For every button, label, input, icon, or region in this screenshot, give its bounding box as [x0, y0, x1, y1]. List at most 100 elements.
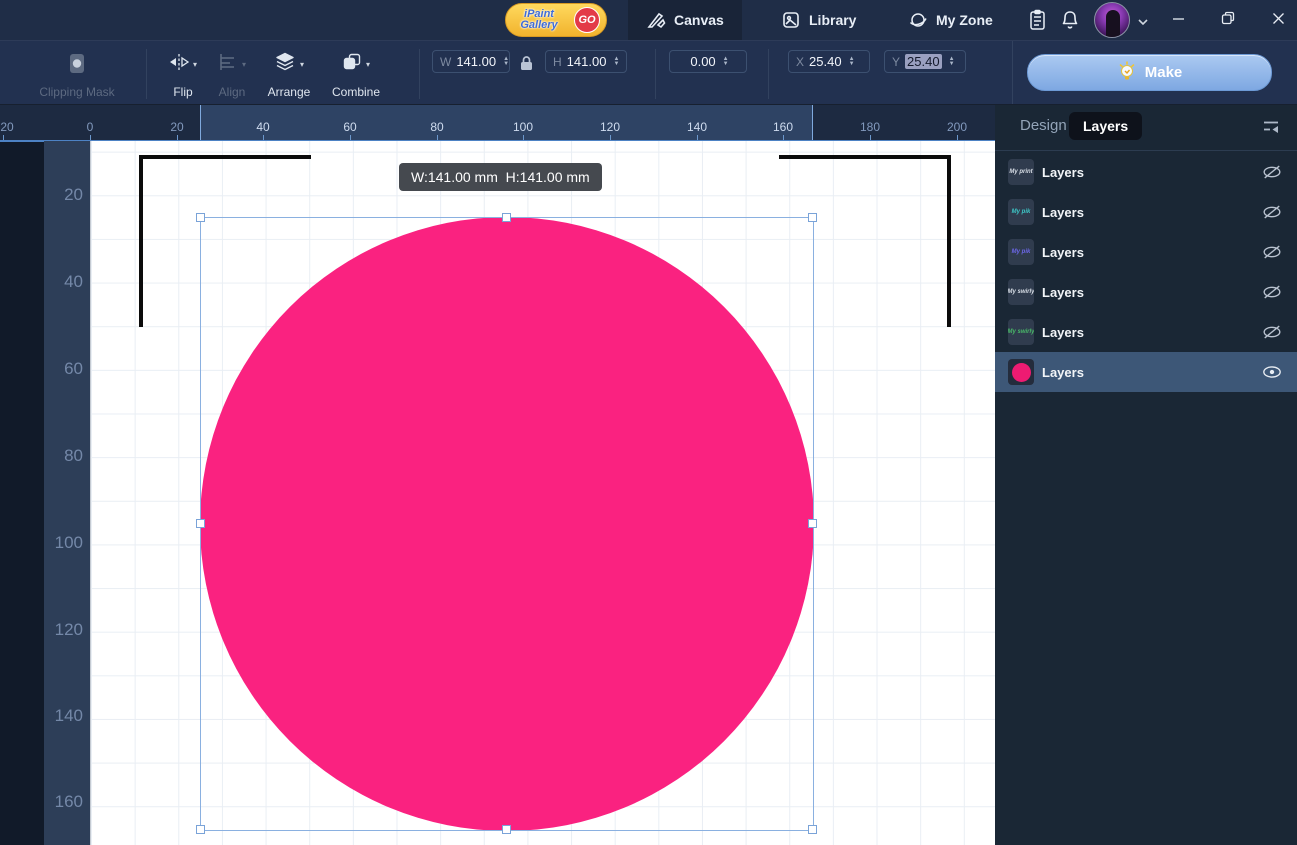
selection-handle[interactable]: [196, 825, 205, 834]
layer-row[interactable]: My pikLayers: [995, 192, 1297, 232]
position-y-stepper[interactable]: ▲▼: [949, 57, 955, 67]
position-x-stepper[interactable]: ▲▼: [849, 57, 855, 67]
position-x-input[interactable]: X 25.40 ▲▼: [788, 50, 870, 73]
eye-icon[interactable]: [1262, 362, 1282, 382]
rotate-stepper[interactable]: ▲▼: [723, 57, 729, 67]
layer-label: Layers: [1042, 165, 1084, 180]
toolbar: ▾ y Clipping Mask ▾ Flip ▾ Align: [0, 40, 1297, 105]
layer-row[interactable]: My print Layers: [995, 152, 1297, 192]
width-stepper[interactable]: ▲▼: [503, 57, 509, 67]
rotate-input[interactable]: 0.00 ▲▼: [669, 50, 747, 73]
clipping-mask-icon: [27, 49, 127, 79]
logo-go-badge: GO: [574, 7, 600, 33]
width-input[interactable]: W 141.00 ▲▼: [432, 50, 510, 73]
eye-slash-icon[interactable]: [1262, 242, 1282, 262]
combine-icon: [342, 52, 362, 77]
vruler-label: 20: [47, 184, 83, 206]
tab-library[interactable]: Library: [763, 0, 874, 40]
window-close-button[interactable]: [1255, 0, 1297, 36]
arrange-button[interactable]: ▾ Arrange: [254, 49, 324, 99]
tab-layers[interactable]: Layers: [1069, 112, 1142, 140]
eye-slash-icon[interactable]: [1262, 322, 1282, 342]
hruler-label: 40: [256, 120, 269, 134]
layer-label: Layers: [1042, 245, 1084, 260]
corner-mark-top-right-h: [779, 155, 951, 159]
layer-row[interactable]: My swirlyLayers: [995, 312, 1297, 352]
selection-handle[interactable]: [196, 213, 205, 222]
tab-library-label: Library: [809, 12, 856, 28]
selection-handle[interactable]: [502, 213, 511, 222]
vruler-label: 80: [47, 445, 83, 467]
clipping-mask-button[interactable]: Clipping Mask: [27, 49, 127, 99]
size-tooltip: W:141.00 mm H:141.00 mm: [399, 163, 602, 191]
layer-row[interactable]: My swirly Layers: [995, 272, 1297, 312]
vertical-ruler: 20406080100120140160: [44, 141, 90, 845]
hruler-label: 60: [343, 120, 356, 134]
layer-row[interactable]: Layers: [995, 352, 1297, 392]
selection-handle[interactable]: [808, 519, 817, 528]
height-input[interactable]: H 141.00 ▲▼: [545, 50, 627, 73]
selection-box[interactable]: [200, 217, 814, 831]
hruler-label: 100: [513, 120, 533, 134]
chevron-down-icon[interactable]: [1131, 10, 1155, 34]
layer-label: Layers: [1042, 285, 1084, 300]
layers-list: My printLayersMy pikLayersMy pikLayersMy…: [995, 152, 1297, 392]
position-y-input[interactable]: Y 25.40 ▲▼: [884, 50, 966, 73]
flip-icon: [169, 53, 189, 76]
layer-thumb-circle: [1012, 363, 1031, 382]
eye-slash-icon[interactable]: [1262, 162, 1282, 182]
layer-label: Layers: [1042, 205, 1084, 220]
hruler-label: 180: [860, 120, 880, 134]
planet-icon: [908, 10, 928, 30]
selection-handle[interactable]: [808, 825, 817, 834]
make-button[interactable]: Make: [1027, 54, 1272, 91]
tab-canvas-label: Canvas: [674, 12, 724, 28]
layers-panel: Design Layers My print Layers My pik Layers…: [995, 105, 1297, 845]
corner-mark-top-right-v: [947, 155, 951, 327]
height-stepper[interactable]: ▲▼: [613, 57, 619, 67]
layer-thumb-text: My print: [1009, 169, 1032, 175]
layer-thumbnail: My print: [1008, 159, 1034, 185]
title-bar: iPaint Gallery GO Canvas Library My Zone: [0, 0, 1297, 40]
layer-thumbnail: [1008, 359, 1034, 385]
bulb-icon: [1117, 60, 1137, 86]
clipboard-icon[interactable]: [1025, 8, 1049, 32]
window-minimize-button[interactable]: [1155, 0, 1201, 36]
layer-thumbnail: My swirly: [1008, 279, 1034, 305]
hruler-label: 0: [87, 120, 94, 134]
app-logo[interactable]: iPaint Gallery GO: [505, 3, 607, 37]
hruler-label: 200: [947, 120, 967, 134]
vruler-label: 120: [47, 619, 83, 641]
hruler-label: 140: [687, 120, 707, 134]
position-x-value: 25.40: [809, 54, 842, 69]
layer-thumb-text: My swirly: [1008, 289, 1034, 295]
selection-handle[interactable]: [196, 519, 205, 528]
tab-canvas[interactable]: Canvas: [628, 0, 742, 40]
layer-label: Layers: [1042, 365, 1084, 380]
hruler-label: 160: [773, 120, 793, 134]
vruler-label: 40: [47, 271, 83, 293]
eye-slash-icon[interactable]: [1262, 282, 1282, 302]
layer-row[interactable]: My pik Layers: [995, 232, 1297, 272]
tab-design[interactable]: Design: [1020, 117, 1067, 134]
layer-thumbnail: My pik: [1008, 239, 1034, 265]
collapse-panel-icon[interactable]: [1261, 118, 1281, 141]
width-value: 141.00: [456, 54, 496, 69]
window-maximize-button[interactable]: [1205, 0, 1251, 36]
eye-slash-icon[interactable]: [1262, 202, 1282, 222]
avatar[interactable]: [1094, 2, 1130, 38]
bell-icon[interactable]: [1058, 8, 1082, 32]
tab-my-zone[interactable]: My Zone: [890, 0, 1011, 40]
layer-thumbnail: My swirly: [1008, 319, 1034, 345]
lock-ratio-icon[interactable]: [519, 55, 534, 76]
artboard[interactable]: W:141.00 mm H:141.00 mm: [90, 141, 995, 845]
horizontal-ruler: 20020406080100120140160180200: [0, 105, 995, 141]
toolbar-item-partial[interactable]: ▾ y: [0, 49, 10, 99]
hruler-label: 80: [430, 120, 443, 134]
vruler-label: 140: [47, 705, 83, 727]
canvas-viewport[interactable]: 20020406080100120140160180200 2040608010…: [0, 105, 995, 845]
vruler-label: 100: [47, 532, 83, 554]
selection-handle[interactable]: [502, 825, 511, 834]
selection-handle[interactable]: [808, 213, 817, 222]
combine-button[interactable]: ▾ Combine: [321, 49, 391, 99]
